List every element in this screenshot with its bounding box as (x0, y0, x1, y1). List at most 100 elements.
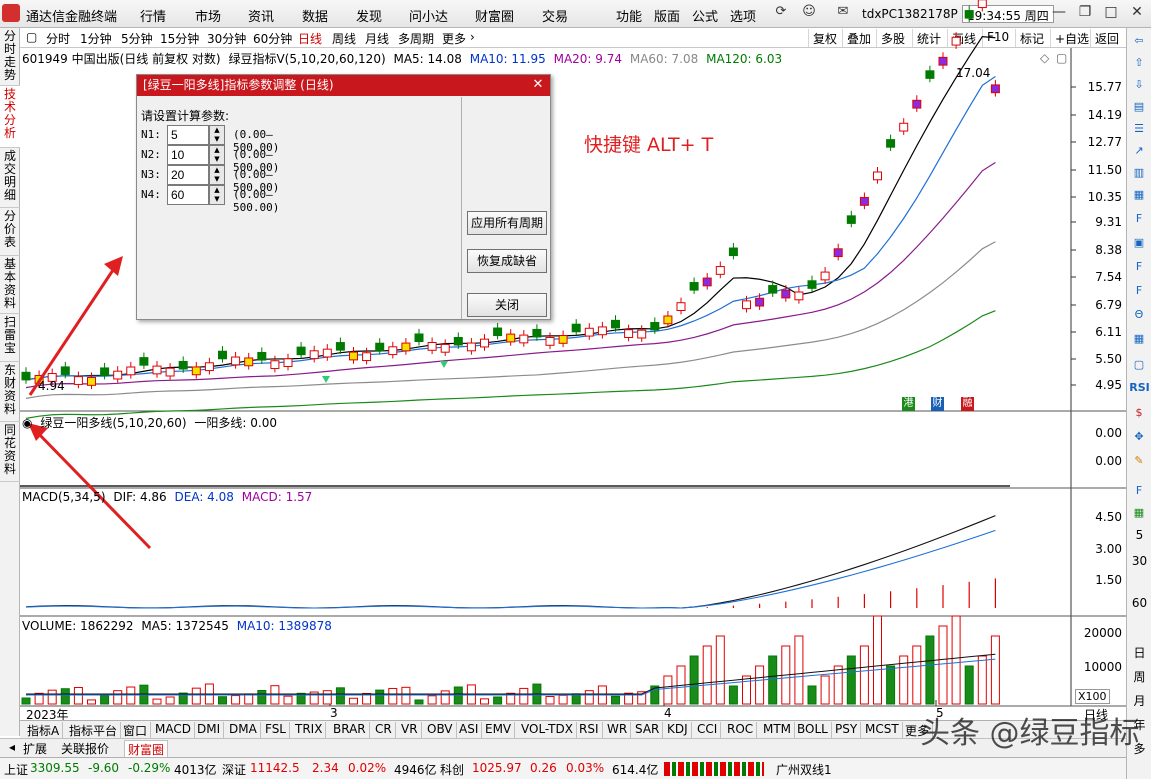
indicator-tab[interactable]: BOLL (794, 722, 832, 738)
param-label: N1: (141, 128, 161, 141)
right-number[interactable]: 5 (1127, 528, 1151, 542)
indicator-tab[interactable]: MACD (152, 722, 195, 738)
stock-label[interactable]: 601949 中国出版(日线 前复权 对数) (22, 52, 221, 66)
badge-cai[interactable]: 财 (931, 397, 944, 411)
fo-icon[interactable]: Θ (1130, 306, 1148, 324)
param-n3-spinner[interactable]: ▲ ▼ (209, 165, 225, 185)
indicator-tab[interactable]: 指标A (24, 722, 64, 738)
indicator-tab[interactable]: OBV (424, 722, 457, 738)
sub-tab-guanlian[interactable]: 关联报价 (58, 740, 112, 757)
volume-name[interactable]: VOLUME: 1862292 (22, 619, 134, 633)
param-n4-input[interactable]: 60 (167, 185, 209, 205)
right-number[interactable]: 30 (1127, 554, 1151, 568)
right-number[interactable]: 60 (1127, 596, 1151, 610)
candle-body (335, 342, 345, 351)
indicator-tab[interactable]: EMV (482, 722, 516, 738)
sub-tab-kuozhan[interactable]: 扩展 (20, 740, 50, 757)
indicator-tab[interactable]: WR (604, 722, 632, 738)
pencil-icon[interactable]: ✎ (1130, 452, 1148, 470)
indicator-tab[interactable]: ASI (456, 722, 483, 738)
candle-body (768, 285, 778, 294)
macd-name[interactable]: MACD(5,34,5) (22, 490, 106, 504)
restore-default-button[interactable]: 恢复成缺省 (467, 249, 547, 273)
sz-name[interactable]: 深证 (222, 761, 246, 778)
indicator-tab[interactable]: ROC (724, 722, 758, 738)
f5-icon[interactable]: F (1130, 482, 1148, 500)
restore-pane-icon[interactable]: ▢ (1056, 51, 1067, 65)
indicator-tab[interactable]: PSY (832, 722, 862, 738)
volume-bar (951, 615, 961, 705)
table-icon[interactable]: ▦ (1130, 186, 1148, 204)
f10-icon[interactable]: F (1130, 210, 1148, 228)
candle-body (204, 362, 214, 372)
volume-bar (964, 665, 974, 705)
price-axis-label: 9.31 (1095, 215, 1122, 229)
close-button[interactable]: 关闭 (467, 293, 547, 317)
dollar-icon[interactable]: $ (1130, 404, 1148, 422)
diamond-icon[interactable]: ◇ (1040, 51, 1049, 65)
indicator-tab[interactable]: FSL (262, 722, 290, 738)
candle-body (532, 328, 542, 338)
arrow-up-icon[interactable]: ⇧ (1130, 54, 1148, 72)
list-icon[interactable]: ☰ (1130, 120, 1148, 138)
volume-bar (231, 695, 241, 705)
param-n1-spinner[interactable]: ▲ ▼ (209, 125, 225, 145)
rsi-tab[interactable]: RSI (1127, 381, 1151, 394)
indicator-tab[interactable]: RSI (576, 722, 603, 738)
arrow-down-icon[interactable]: ⇩ (1130, 76, 1148, 94)
badge-gang[interactable]: 港 (902, 397, 915, 411)
volume-bar (427, 695, 437, 705)
chart-icon[interactable]: ▤ (1130, 98, 1148, 116)
apply-all-periods-button[interactable]: 应用所有周期 (467, 211, 547, 235)
volume-ma5: MA5: 1372545 (141, 619, 229, 633)
dialog-title[interactable]: [绿豆一阳多线]指标参数调整 (日线) (137, 75, 550, 96)
indicator-tab[interactable]: 窗口 (120, 722, 152, 738)
indicator-tab[interactable]: CR (372, 722, 396, 738)
arrow-left-icon[interactable]: ⇦ (1130, 32, 1148, 50)
indicator-tab[interactable]: KDJ (664, 722, 692, 738)
param-n3-input[interactable]: 20 (167, 165, 209, 185)
candle-body (781, 289, 791, 299)
candle-body (427, 341, 437, 351)
move-icon[interactable]: ✥ (1130, 428, 1148, 446)
kc-name[interactable]: 科创 (440, 761, 464, 778)
volume-bar (152, 698, 162, 705)
right-period-week[interactable]: 周 (1127, 668, 1151, 685)
volume-bar (414, 699, 424, 705)
triangle-icon[interactable]: ◂ (6, 740, 18, 754)
right-period-month[interactable]: 月 (1127, 692, 1151, 709)
param-n4-spinner[interactable]: ▲ ▼ (209, 185, 225, 205)
indicator-tab[interactable]: CCI (694, 722, 722, 738)
indicator-tab[interactable]: MTM (760, 722, 796, 738)
pane2-name[interactable]: 绿豆一阳多线(5,10,20,60) (40, 416, 186, 430)
indicator-tab[interactable]: 指标平台 (66, 722, 122, 738)
candle-icon[interactable]: ▥ (1130, 164, 1148, 182)
trend-icon[interactable]: ↗ (1130, 142, 1148, 160)
dialog-close-icon[interactable]: ✕ (530, 77, 546, 93)
indicator-tab[interactable]: SAR (632, 722, 664, 738)
indicator-tab[interactable]: DMA (226, 722, 261, 738)
indicator-tab[interactable]: MCST (862, 722, 903, 738)
grid-icon[interactable]: ▦ (1130, 504, 1148, 522)
candle-body (611, 319, 620, 329)
f-icon[interactable]: F (1130, 258, 1148, 276)
right-period-day[interactable]: 日 (1127, 644, 1151, 661)
sh-name[interactable]: 上证 (4, 761, 28, 778)
indicator-tab[interactable]: VR (398, 722, 422, 738)
param-n2-spinner[interactable]: ▲ ▼ (209, 145, 225, 165)
indicator-tab[interactable]: TRIX (292, 722, 327, 738)
param-n2-input[interactable]: 10 (167, 145, 209, 165)
f2-icon[interactable]: F (1130, 282, 1148, 300)
finance-icon[interactable]: ▣ (1130, 234, 1148, 252)
indicator-tab[interactable]: BRAR (330, 722, 370, 738)
badge-rong[interactable]: 融 (961, 397, 974, 411)
candle-body (73, 376, 83, 385)
volume-axis-label: 20000 (1083, 626, 1122, 640)
pane2-gear-icon[interactable]: ◉ (22, 416, 32, 430)
indicator-tab[interactable]: VOL-TDX (518, 722, 577, 738)
param-n1-input[interactable]: 5 (167, 125, 209, 145)
calendar-icon[interactable]: ▦ (1130, 330, 1148, 348)
indicator-name[interactable]: 绿豆指标V(5,10,20,60,120) (228, 52, 385, 66)
indicator-tab[interactable]: DMI (194, 722, 225, 738)
blank-icon[interactable]: ▢ (1130, 356, 1148, 374)
